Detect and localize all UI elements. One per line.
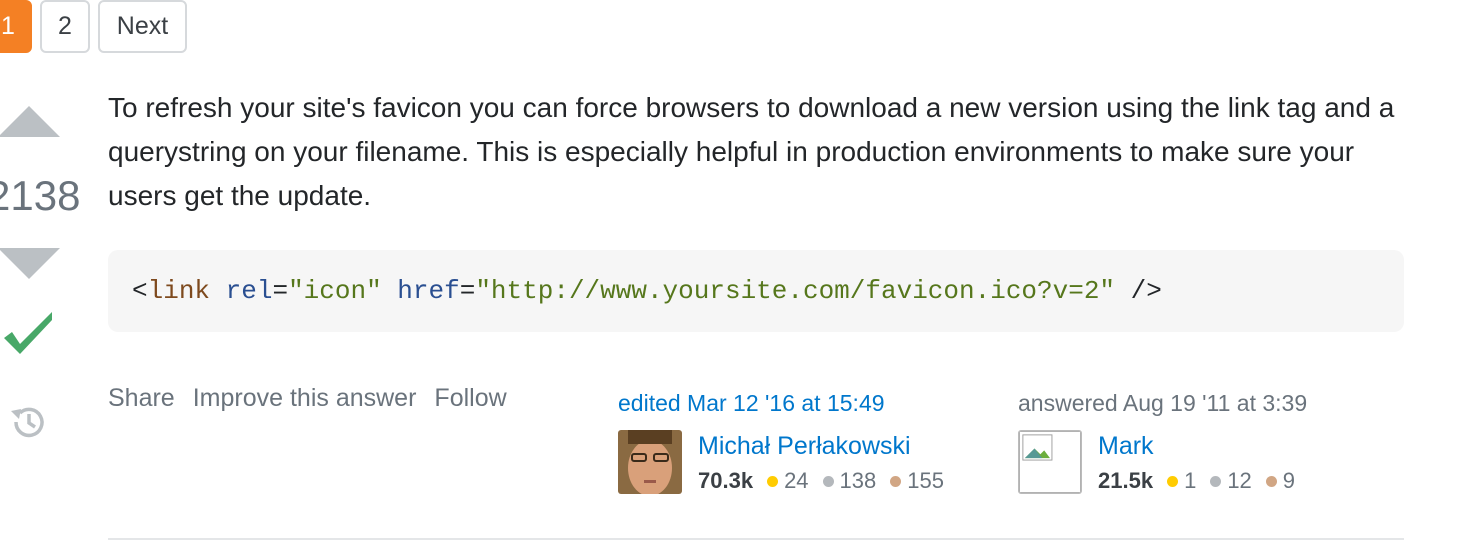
code-tag: link	[147, 276, 211, 306]
editor-avatar[interactable]	[618, 430, 682, 494]
code-open-bracket: <	[132, 276, 148, 306]
code-attr-rel: rel	[225, 276, 273, 306]
share-link[interactable]: Share	[108, 384, 175, 413]
silver-badges: 138	[822, 468, 877, 494]
next-page-button[interactable]: Next	[98, 0, 187, 53]
broken-image-icon[interactable]	[1018, 430, 1082, 494]
down-arrow-icon[interactable]	[0, 248, 60, 279]
editor-rep-score: 70.3k	[698, 468, 754, 493]
answered-timestamp-link[interactable]: answered Aug 19 '11 at 3:39	[1018, 390, 1307, 416]
accepted-check-icon	[4, 312, 52, 354]
improve-answer-link[interactable]: Improve this answer	[193, 384, 417, 413]
silver-badges: 12	[1210, 468, 1252, 494]
page-1-button[interactable]: 1	[0, 0, 32, 53]
code-val-href: "http://www.yoursite.com/favicon.ico?v=2…	[475, 276, 1116, 306]
code-val-rel: "icon"	[288, 276, 382, 306]
editor-username[interactable]: Michał Perłakowski	[698, 432, 911, 461]
edited-timestamp-link[interactable]: edited Mar 12 '16 at 15:49	[618, 390, 885, 416]
author-rep-score: 21.5k	[1098, 468, 1154, 493]
bronze-badges: 155	[890, 468, 944, 494]
gold-count: 1	[1184, 468, 1197, 493]
history-icon[interactable]	[8, 402, 48, 442]
gold-badges: 24	[767, 468, 809, 494]
pagination: 1 2 Next	[0, 0, 187, 54]
silver-count: 12	[1227, 468, 1252, 493]
gold-badge-icon	[767, 475, 779, 487]
code-attr-href: href	[397, 276, 460, 306]
gold-badge-icon	[1167, 475, 1179, 487]
page-2-button[interactable]: 2	[40, 0, 90, 53]
answer-body: To refresh your site's favicon you can f…	[108, 92, 1395, 211]
up-arrow-icon[interactable]	[0, 106, 60, 137]
author-username[interactable]: Mark	[1098, 432, 1154, 461]
editor-signature: edited Mar 12 '16 at 15:49 Michał Perłak…	[618, 390, 944, 494]
author-user-card: Mark 21.5k 1 12 9	[1018, 430, 1418, 494]
bronze-badge-icon	[890, 475, 902, 487]
bronze-count: 155	[907, 468, 944, 493]
post-menu: Share Improve this answer Follow	[108, 384, 507, 413]
silver-badge-icon	[822, 475, 834, 487]
code-close: />	[1115, 276, 1162, 306]
author-signature: answered Aug 19 '11 at 3:39 Mark 21.5k 1…	[1018, 390, 1307, 494]
code-eq-1: =	[272, 276, 289, 306]
bronze-count: 9	[1282, 468, 1296, 493]
silver-badge-icon	[1210, 475, 1222, 487]
gold-badges: 1	[1167, 468, 1196, 494]
gold-count: 24	[784, 468, 809, 493]
vote-score: 2138	[0, 172, 81, 219]
silver-count: 138	[839, 468, 877, 493]
follow-link[interactable]: Follow	[434, 384, 506, 413]
editor-reputation: 70.3k 24 138 155	[698, 468, 958, 494]
code-eq-2: =	[459, 276, 476, 306]
editor-user-card: Michał Perłakowski 70.3k 24 138 155	[618, 430, 1018, 494]
author-reputation: 21.5k 1 12 9	[1098, 468, 1309, 494]
bronze-badge-icon	[1265, 475, 1277, 487]
bronze-badges: 9	[1265, 468, 1296, 494]
code-block: < link rel = "icon" href = "http://www.yoursi…	[108, 250, 1404, 332]
